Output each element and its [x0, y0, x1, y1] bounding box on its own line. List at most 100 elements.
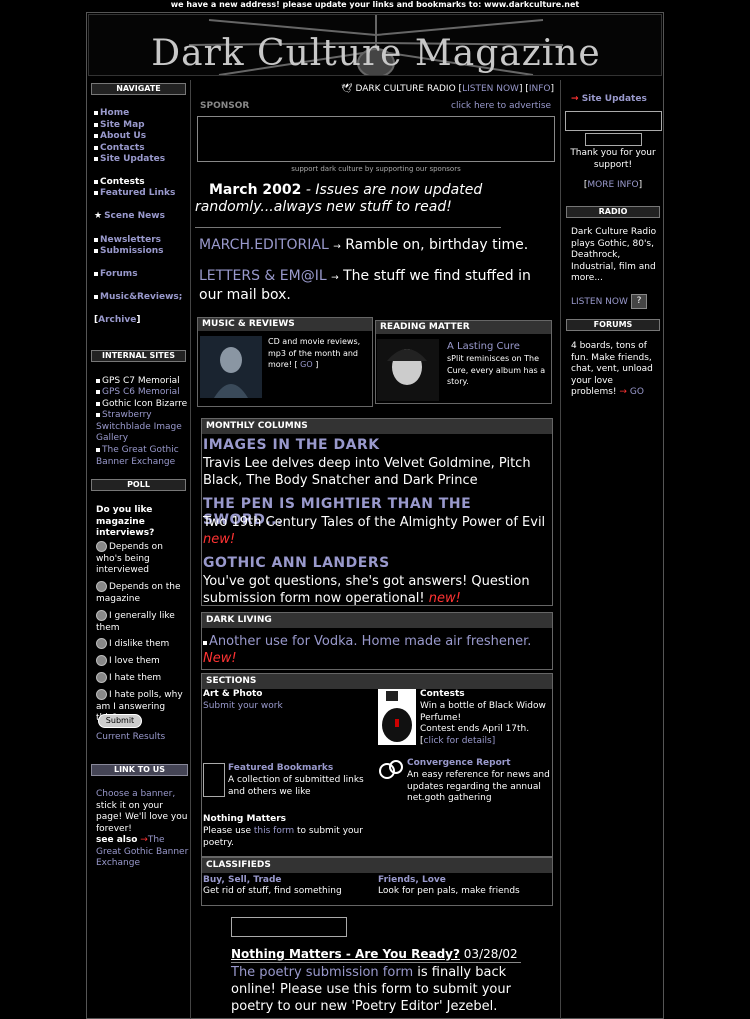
- dark-living-item: Another use for Vodka. Home made air fre…: [203, 633, 551, 667]
- monthly-columns-header: MONTHLY COLUMNS: [202, 419, 552, 434]
- sponsor-banner-area[interactable]: [197, 116, 555, 162]
- nav-scene-news[interactable]: ★ Scene News: [94, 211, 165, 222]
- internal-item[interactable]: Strawberry Switchblade Image Gallery: [96, 410, 188, 445]
- nav-site-updates[interactable]: Site Updates: [94, 154, 165, 165]
- friends-love-text: Look for pen pals, make friends: [378, 886, 520, 896]
- poll-header: POLL: [91, 479, 186, 491]
- column-ann-landers-link[interactable]: GOTHIC ANN LANDERS: [203, 555, 390, 571]
- site-title: Dark Culture Magazine: [151, 33, 601, 74]
- dark-living-header: DARK LIVING: [202, 613, 552, 628]
- reading-matter-link[interactable]: A Lasting Cure: [447, 341, 520, 353]
- radio-button[interactable]: [96, 638, 107, 649]
- radio-button[interactable]: [96, 581, 107, 592]
- choose-banner-link[interactable]: Choose a banner,: [96, 789, 175, 799]
- nav-home[interactable]: Home: [94, 108, 129, 119]
- news-body: The poetry submission form is finally ba…: [231, 965, 511, 1014]
- more-info-row: [MORE INFO]: [583, 180, 643, 190]
- poll-option[interactable]: I generally like them: [96, 610, 188, 634]
- friends-love-link[interactable]: Friends, Love: [378, 875, 446, 887]
- internal-sites-header: INTERNAL SITES: [91, 350, 186, 362]
- radio-description: Dark Culture Radio plays Gothic, 80's, D…: [571, 227, 657, 283]
- buy-sell-text: Get rid of stuff, find something: [203, 886, 342, 896]
- vodka-link[interactable]: Another use for Vodka. Home made air fre…: [209, 634, 531, 649]
- internal-item[interactable]: The Great Gothic Banner Exchange: [96, 445, 188, 468]
- radio-button[interactable]: [96, 689, 107, 700]
- poll-option[interactable]: I hate them: [96, 672, 188, 685]
- updates-image-frame[interactable]: [565, 111, 662, 131]
- poetry-submission-link[interactable]: The poetry submission form: [231, 965, 413, 980]
- bird-icon: 🕊: [341, 84, 353, 94]
- nav-contests[interactable]: Contests: [94, 177, 145, 188]
- nav-archive[interactable]: [Archive]: [94, 315, 140, 326]
- music-go-link[interactable]: GO: [300, 360, 313, 369]
- poll-question: Do you like magazine interviews?: [96, 505, 155, 538]
- column-images-link[interactable]: IMAGES IN THE DARK: [203, 437, 380, 453]
- more-info-link[interactable]: MORE INFO: [587, 180, 638, 190]
- right-sidebar: → Site Updates Thank you for your suppor…: [560, 80, 664, 1019]
- contests-text: Win a bottle of Black Widow Perfume!: [420, 701, 546, 723]
- poll-option[interactable]: I love them: [96, 655, 188, 668]
- art-submit-link[interactable]: Submit your work: [203, 701, 283, 713]
- nav-contacts[interactable]: Contacts: [94, 143, 145, 154]
- sponsor-label: SPONSOR: [200, 101, 250, 111]
- thanks-text: Thank you for your support!: [570, 148, 656, 170]
- nav-featured-links[interactable]: Featured Links: [94, 188, 175, 199]
- art-photo-title: Art & Photo: [203, 689, 263, 699]
- nav-submissions[interactable]: Submissions: [94, 246, 164, 257]
- forums-description: 4 boards, tons of fun. Make friends, cha…: [571, 341, 653, 397]
- contests-details-link[interactable]: click for details: [424, 736, 492, 746]
- poetry-form-link[interactable]: this form: [254, 826, 294, 836]
- radio-button[interactable]: [96, 610, 107, 621]
- radio-button[interactable]: [96, 541, 107, 552]
- site-updates-link[interactable]: → Site Updates: [571, 94, 647, 106]
- nav-newsletters[interactable]: Newsletters: [94, 235, 161, 246]
- poll-option[interactable]: Depends on who's being interviewed: [96, 541, 188, 577]
- dark-living-box: DARK LIVING Another use for Vodka. Home …: [201, 612, 553, 670]
- star-icon: ★: [94, 211, 103, 221]
- perfume-image[interactable]: [378, 689, 416, 745]
- poll-option[interactable]: Depends on the magazine: [96, 581, 188, 605]
- radio-button[interactable]: [96, 672, 107, 683]
- radio-listen-link[interactable]: LISTEN NOW: [571, 297, 628, 309]
- radio-listen-link[interactable]: LISTEN NOW: [462, 84, 519, 94]
- convergence-logo-icon[interactable]: [378, 758, 404, 780]
- classifieds-box: CLASSIFIEDS Buy, Sell, Trade Get rid of …: [201, 857, 553, 906]
- radio-info-link[interactable]: INFO: [529, 84, 551, 94]
- nav-music-reviews[interactable]: Music&Reviews;: [94, 292, 182, 303]
- nothing-matters-text: Please use this form to submit your poet…: [203, 826, 363, 848]
- arrow-icon: →: [140, 835, 148, 845]
- reading-matter-box: READING MATTER A Lasting Cure sPlit remi…: [375, 320, 552, 404]
- classifieds-header: CLASSIFIEDS: [202, 858, 552, 873]
- nothing-matters-title: Nothing Matters: [203, 814, 287, 824]
- main-content: 🕊 DARK CULTURE RADIO [LISTEN NOW] [INFO]…: [193, 80, 558, 1019]
- news-image-frame: [231, 917, 347, 937]
- music-reviews-image[interactable]: [200, 336, 262, 398]
- editorial-link[interactable]: MARCH.EDITORIAL: [199, 237, 329, 253]
- left-sidebar: NAVIGATE Home Site Map About Us Contacts…: [88, 80, 191, 1019]
- internal-item[interactable]: GPS C7 Memorial: [96, 376, 188, 388]
- bookmarks-image[interactable]: [203, 763, 225, 797]
- site-banner[interactable]: Dark Culture Magazine: [88, 14, 662, 76]
- radio-button[interactable]: [96, 655, 107, 666]
- reading-matter-image[interactable]: [377, 339, 439, 401]
- nav-site-map[interactable]: Site Map: [94, 120, 145, 131]
- radio-bar: 🕊 DARK CULTURE RADIO [LISTEN NOW] [INFO]: [341, 84, 554, 94]
- help-icon[interactable]: ?: [631, 294, 647, 309]
- poll-submit-button[interactable]: Submit: [98, 714, 142, 728]
- nav-about-us[interactable]: About Us: [94, 131, 146, 142]
- poll-option[interactable]: I dislike them: [96, 638, 188, 651]
- convergence-report-link[interactable]: Convergence Report: [407, 758, 511, 770]
- nav-forums[interactable]: Forums: [94, 269, 138, 280]
- internal-item[interactable]: Gothic Icon Bizarre: [96, 399, 188, 411]
- letters-item: LETTERS & EM@IL → The stuff we find stuf…: [199, 268, 531, 303]
- editorial-item: MARCH.EDITORIAL → Ramble on, birthday ti…: [199, 237, 529, 253]
- reading-matter-text: sPlit reminisces on The Cure, every albu…: [447, 354, 546, 386]
- updates-field[interactable]: [585, 133, 642, 146]
- buy-sell-link[interactable]: Buy, Sell, Trade: [203, 875, 282, 887]
- poll-results-link[interactable]: Current Results: [96, 732, 165, 744]
- advertise-link[interactable]: click here to advertise: [451, 101, 551, 113]
- internal-item[interactable]: GPS C6 Memorial: [96, 387, 188, 399]
- forums-go-link[interactable]: GO: [630, 387, 644, 397]
- featured-bookmarks-link[interactable]: Featured Bookmarks: [228, 763, 333, 775]
- letters-link[interactable]: LETTERS & EM@IL: [199, 268, 327, 284]
